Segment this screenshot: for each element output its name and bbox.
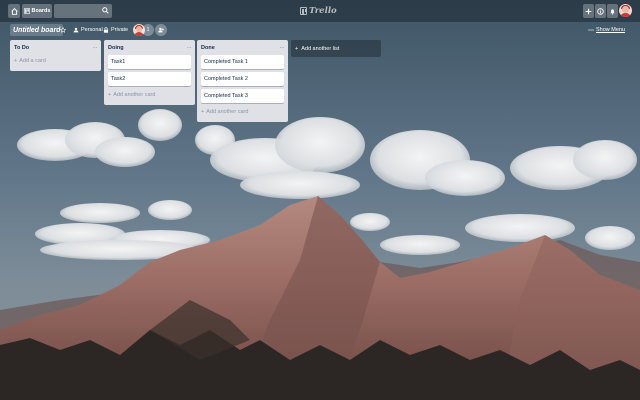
list-doing: Doing ··· Task1 Task2 + Add another card	[104, 40, 195, 105]
add-card-label: Add another card	[206, 109, 249, 115]
list-title[interactable]: Doing	[108, 45, 124, 51]
add-card-button[interactable]: + Add another card	[201, 106, 284, 118]
list-header: To Do ···	[14, 40, 97, 55]
user-avatar[interactable]	[619, 4, 632, 17]
card[interactable]: Task2	[108, 72, 191, 86]
boards-label: Boards	[31, 8, 51, 14]
info-icon	[597, 7, 604, 15]
add-card-label: Add another card	[113, 92, 156, 98]
boards-icon	[23, 8, 30, 14]
add-list-button[interactable]: + Add another list	[291, 40, 381, 57]
show-menu-button[interactable]: Show Menu	[588, 24, 625, 36]
card[interactable]: Completed Task 3	[201, 89, 284, 103]
card[interactable]: Completed Task 1	[201, 55, 284, 69]
boards-button[interactable]: Boards	[22, 4, 52, 18]
member-count-badge[interactable]: 1	[142, 24, 154, 36]
home-button[interactable]	[8, 4, 20, 18]
list-menu-icon[interactable]: ···	[93, 45, 98, 51]
add-card-button[interactable]: + Add another card	[108, 89, 191, 101]
invite-icon	[158, 27, 164, 33]
plus-icon	[585, 8, 592, 15]
invite-button[interactable]	[155, 24, 167, 36]
notifications-button[interactable]	[607, 4, 618, 18]
logo-text: Trello	[309, 6, 337, 16]
trello-logo-icon	[300, 7, 307, 15]
top-header: Boards Trello	[0, 0, 640, 22]
plus-icon: +	[108, 92, 112, 98]
add-card-label: Add a card	[19, 58, 46, 64]
list-done: Done ··· Completed Task 1 Completed Task…	[197, 40, 288, 122]
add-card-button[interactable]: + Add a card	[14, 55, 97, 67]
team-icon	[73, 27, 79, 33]
add-button[interactable]	[583, 4, 594, 18]
list-menu-icon[interactable]: ···	[187, 45, 192, 51]
plus-icon: +	[295, 45, 299, 52]
team-button[interactable]: Personal	[73, 24, 103, 36]
list-menu-icon[interactable]: ···	[280, 45, 285, 51]
card[interactable]: Completed Task 2	[201, 72, 284, 86]
plus-icon: +	[201, 109, 205, 115]
search-input[interactable]	[54, 4, 112, 18]
star-button[interactable]	[60, 24, 66, 36]
info-button[interactable]	[595, 4, 606, 18]
board-title[interactable]: Untitled board	[10, 24, 64, 36]
visibility-button[interactable]: Private	[103, 24, 128, 36]
more-icon	[588, 28, 594, 32]
trello-logo[interactable]: Trello	[300, 5, 340, 17]
card[interactable]: Task1	[108, 55, 191, 69]
visibility-label: Private	[111, 27, 129, 33]
lock-icon	[103, 27, 109, 33]
plus-icon: +	[14, 58, 18, 64]
team-label: Personal	[81, 27, 103, 33]
star-icon	[60, 27, 66, 33]
list-todo: To Do ··· + Add a card	[10, 40, 101, 71]
home-icon	[10, 7, 18, 15]
show-menu-label: Show Menu	[596, 27, 626, 33]
board-header: Untitled board Personal Private 1 Show M…	[0, 22, 640, 38]
list-header: Done ···	[201, 40, 284, 55]
list-title[interactable]: Done	[201, 45, 215, 51]
list-title[interactable]: To Do	[14, 45, 29, 51]
list-header: Doing ···	[108, 40, 191, 55]
bell-icon	[609, 8, 616, 15]
search-icon	[102, 7, 109, 14]
add-list-label: Add another list	[301, 45, 340, 52]
